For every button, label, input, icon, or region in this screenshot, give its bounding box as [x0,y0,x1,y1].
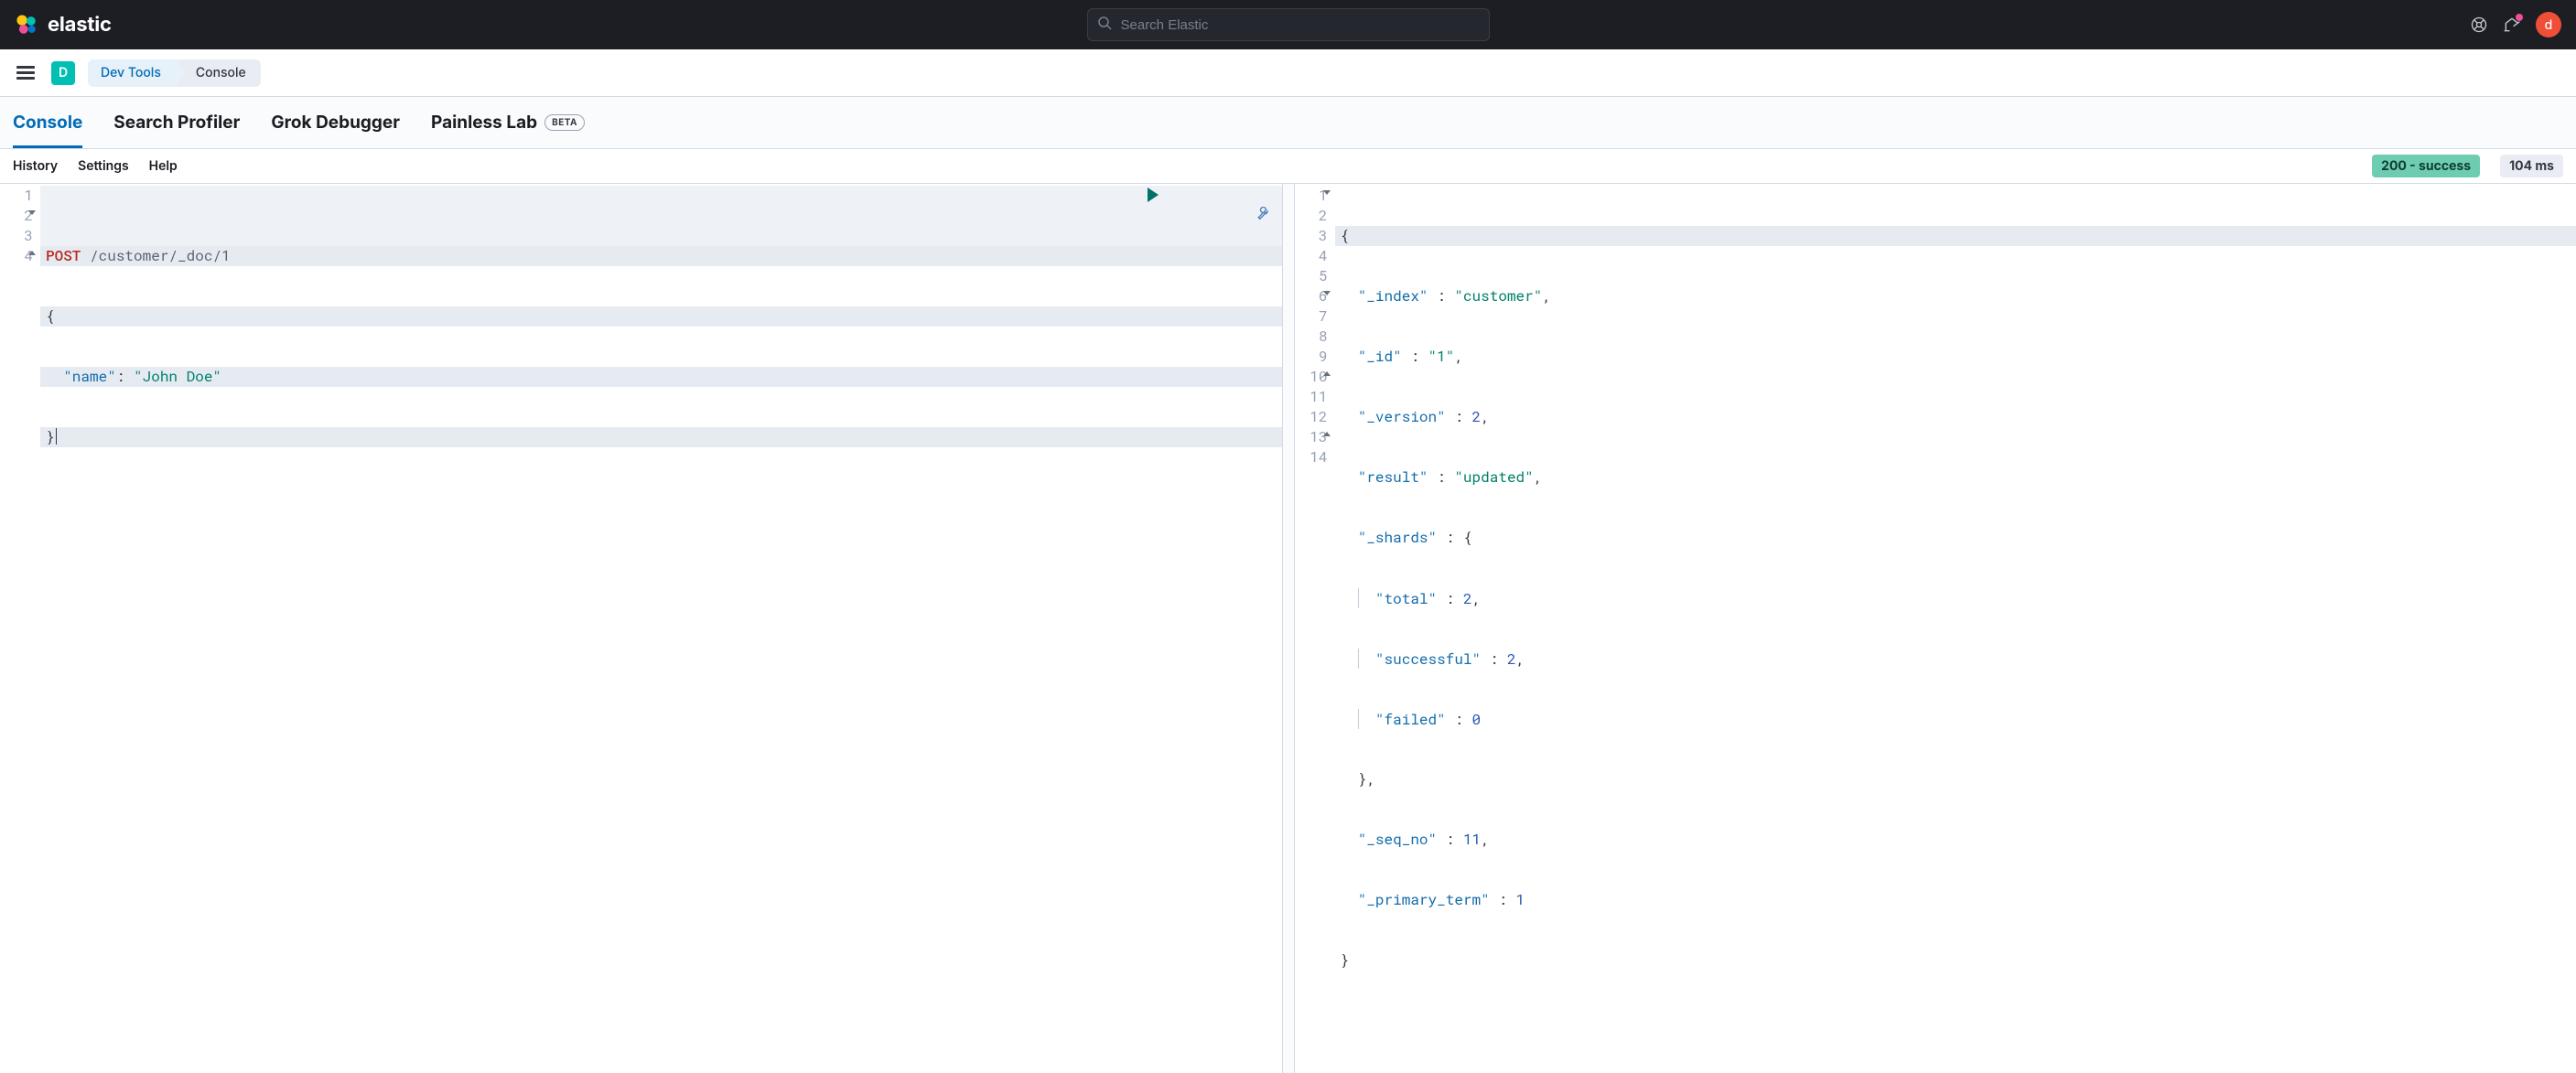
global-search[interactable] [1087,8,1490,41]
breadcrumb-bar: D Dev Tools Console [0,49,2576,97]
response-viewer[interactable]: { "_index" : "customer", "_id" : "1", "_… [1335,184,2576,1073]
tab-grok-debugger[interactable]: Grok Debugger [271,97,400,148]
brand-text: elastic [48,13,112,37]
timing-badge: 104 ms [2500,155,2563,177]
request-actions [1148,186,1272,248]
tab-painless-lab[interactable]: Painless Lab BETA [431,97,585,148]
text-cursor-icon [56,428,57,445]
request-editor[interactable]: POST /customer/_doc/1 { "name": "John Do… [40,184,1282,1073]
request-pane[interactable]: 1 2 3 4 POST /customer/_doc/1 { "name": … [0,184,1282,1073]
breadcrumb-app[interactable]: Dev Tools [88,59,176,87]
search-input[interactable] [1119,16,1480,34]
nav-toggle-button[interactable] [13,59,38,87]
history-link[interactable]: History [13,158,58,174]
settings-link[interactable]: Settings [78,158,129,174]
request-options-button[interactable] [1168,186,1272,248]
newsfeed-icon[interactable] [2503,16,2521,34]
help-icon[interactable] [2470,16,2488,34]
console-toolbar: History Settings Help 200 - success 104 … [0,149,2576,184]
breadcrumb: Dev Tools Console [88,59,261,87]
editor-split: 1 2 3 4 POST /customer/_doc/1 { "name": … [0,184,2576,1073]
top-right-actions: d [2470,12,2561,38]
tab-search-profiler[interactable]: Search Profiler [113,97,240,148]
elastic-logo-icon [15,13,38,37]
help-link[interactable]: Help [149,158,178,174]
top-nav: elastic [0,0,2576,49]
devtools-tabs: Console Search Profiler Grok Debugger Pa… [0,97,2576,149]
response-pane[interactable]: 1 2 3 4 5 6 7 8 9 10 11 12 13 14 { "_ind… [1295,184,2576,1073]
status-badge: 200 - success [2372,155,2480,177]
search-icon [1097,16,1112,34]
tab-painless-label: Painless Lab [431,112,537,133]
user-avatar[interactable]: d [2536,12,2561,38]
tab-console[interactable]: Console [13,97,82,148]
response-gutter: 1 2 3 4 5 6 7 8 9 10 11 12 13 14 [1295,184,1335,1073]
beta-badge: BETA [544,114,585,131]
elastic-logo[interactable]: elastic [15,13,112,37]
pane-resizer[interactable] [1282,184,1295,1073]
notification-dot-icon [2516,14,2523,21]
run-request-button[interactable] [1148,188,1159,202]
breadcrumb-page: Console [176,59,261,87]
request-gutter: 1 2 3 4 [0,184,40,1073]
space-avatar[interactable]: D [51,61,75,85]
